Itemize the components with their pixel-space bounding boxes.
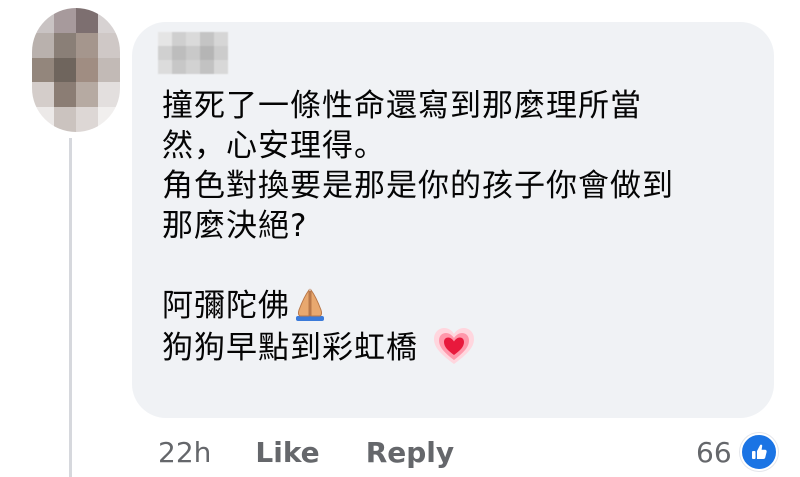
comment-root: 撞死了一條性命還寫到那麼理所當 然，心安理得。 角色對換要是那是你的孩子你會做到… [0,0,800,477]
comment-actions: 22h Like Reply [158,432,500,472]
comment-line: 角色對換要是那是你的孩子你會做到 [162,168,674,204]
reply-button[interactable]: Reply [366,436,454,469]
comment-line-with-emoji: 阿彌陀佛 [162,286,762,326]
comment-text: 撞死了一條性命還寫到那麼理所當 然，心安理得。 角色對換要是那是你的孩子你會做到… [162,86,762,366]
reaction-summary[interactable]: 66 [696,432,778,472]
folded-hands-icon [296,288,324,321]
comment-timestamp[interactable]: 22h [158,436,211,469]
comment-line: 那麼決絕? [162,208,308,244]
comment-line-with-emoji: 狗狗早點到彩虹橋 [162,326,762,366]
glowing-heart-icon [434,328,474,364]
author-name-redacted[interactable] [158,32,228,74]
comment-line-text: 阿彌陀佛 [162,288,290,324]
comment-line: 撞死了一條性命還寫到那麼理所當 [162,88,642,124]
like-button[interactable]: Like [255,436,319,469]
comment-bubble: 撞死了一條性命還寫到那麼理所當 然，心安理得。 角色對換要是那是你的孩子你會做到… [132,22,774,418]
thread-line [69,138,72,477]
comment-line: 然，心安理得。 [162,128,386,164]
avatar[interactable] [32,8,120,132]
reaction-count: 66 [696,435,732,469]
comment-line-text: 狗狗早點到彩虹橋 [162,330,418,366]
thumbs-up-icon [739,433,778,471]
